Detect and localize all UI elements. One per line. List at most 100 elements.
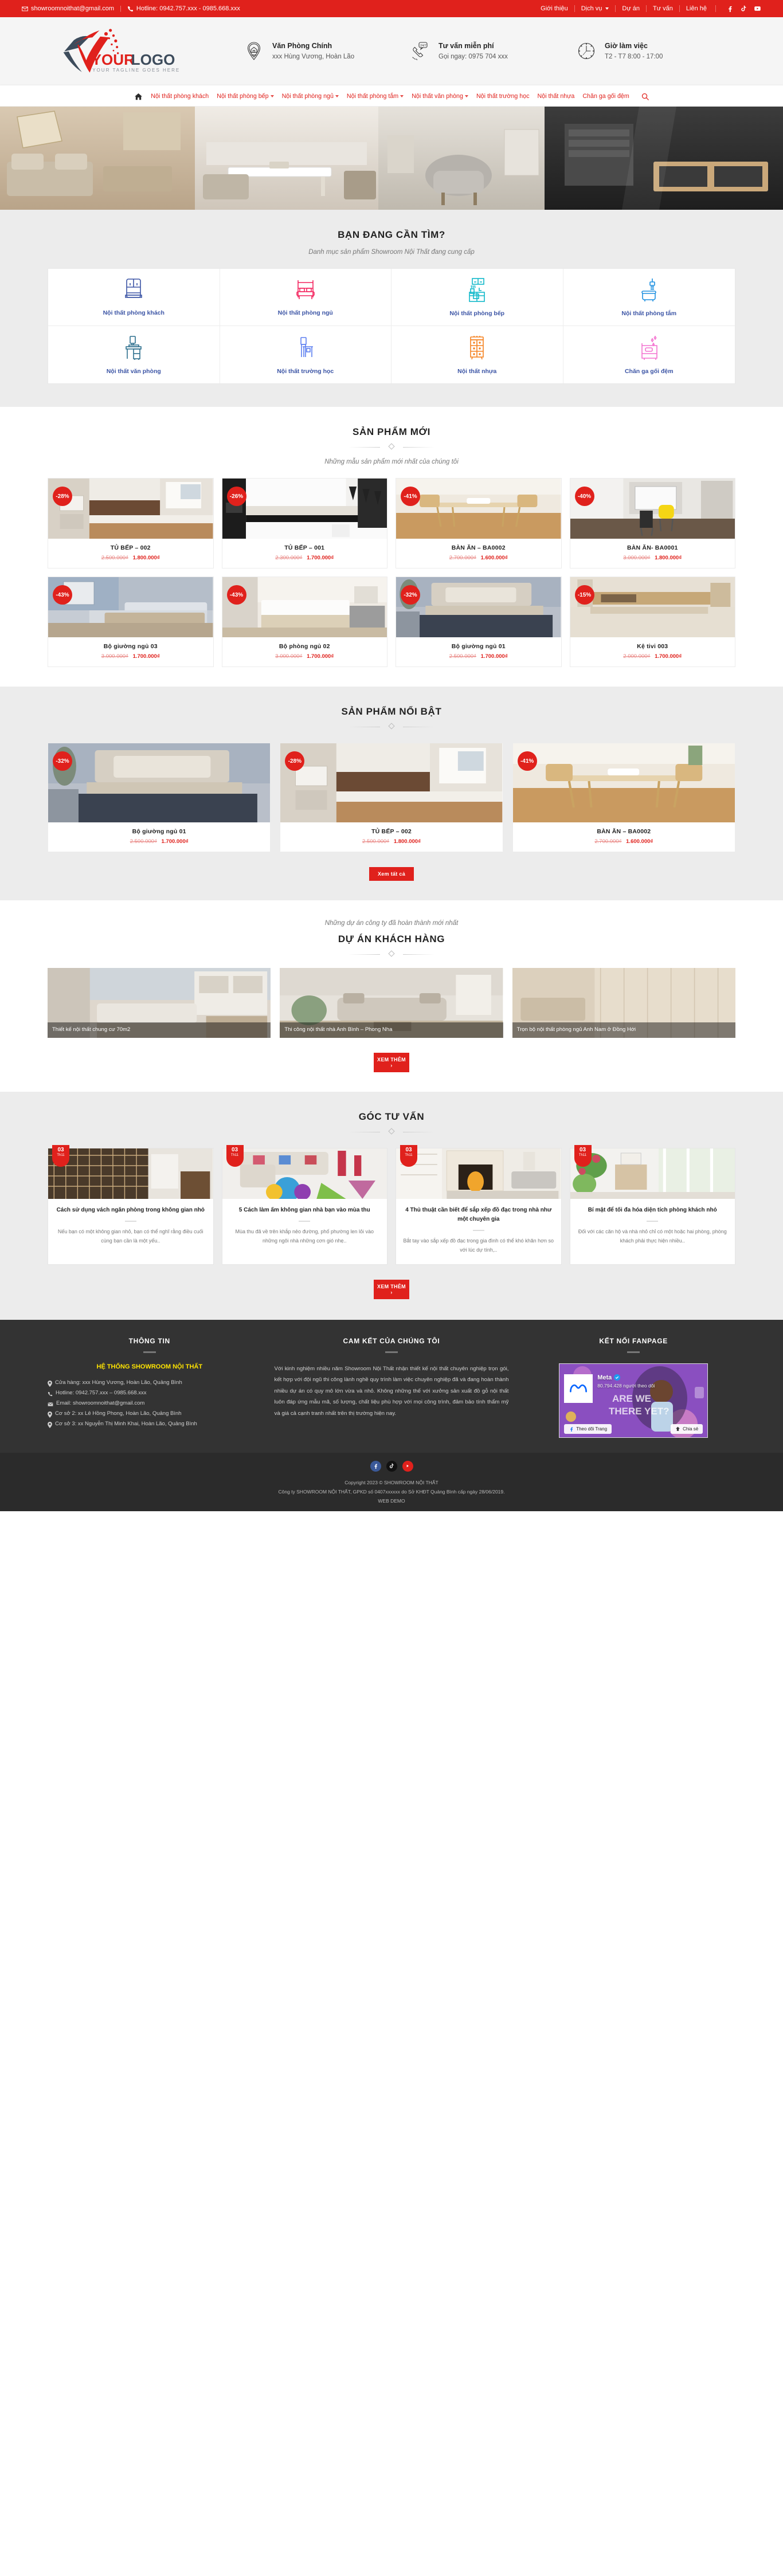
category-card-phong-tam[interactable]: Nội thất phòng tắm — [563, 269, 735, 326]
tiktok-icon[interactable] — [386, 1460, 397, 1472]
discount-badge: -28% — [53, 487, 72, 506]
post-date-badge: 03 Th11 — [574, 1145, 592, 1167]
nav-item-phong-khach[interactable]: Nội thất phòng khách — [147, 93, 213, 100]
post-day: 03 — [57, 1147, 64, 1153]
nav-item-van-phong[interactable]: Nội thất văn phòng — [408, 93, 472, 100]
discount-badge: -15% — [574, 585, 594, 605]
chevron-down-icon — [464, 95, 468, 97]
category-card-phong-bep[interactable]: Nội thất phòng bếp — [391, 269, 563, 326]
category-card-chan-ga[interactable]: Chăn ga gối đệm — [563, 326, 735, 383]
category-card-van-phong[interactable]: Nội thất văn phòng — [48, 326, 220, 383]
categories-subtitle: Danh mục sản phẩm Showroom Nội Thất đang… — [308, 249, 475, 256]
product-card[interactable]: -15% Kệ tivi 003 2.000.000₫ 1.700.000₫ — [569, 577, 735, 667]
nav-item-phong-ngu[interactable]: Nội thất phòng ngủ — [278, 93, 343, 100]
fanpage-share-button[interactable]: Chia sẻ — [671, 1424, 703, 1434]
post-date-badge: 03 Th11 — [226, 1145, 244, 1167]
category-card-phong-khach[interactable]: Nội thất phòng khách — [48, 269, 220, 326]
blog-card[interactable]: 03 Th11 Bí mật để tối đa hóa diện tích p… — [569, 1145, 735, 1265]
product-card[interactable]: -32% Bộ giường ngủ 01 2.500.000₫ 1.700.0… — [396, 577, 562, 667]
product-card[interactable]: -43% Bộ phòng ngủ 02 3.000.000₫ 1.700.00… — [221, 577, 387, 667]
old-price: 2.000.000₫ — [623, 653, 651, 660]
top-bar: showroomnoithat@gmail.com | Hotline: 094… — [0, 0, 783, 17]
nav-item-phong-tam[interactable]: Nội thất phòng tắm — [343, 93, 408, 100]
nav-item-truong-hoc[interactable]: Nội thất trường học — [472, 93, 534, 100]
hero-banner[interactable] — [0, 107, 783, 210]
blog-card[interactable]: 03 Th11 4 Thủ thuật cần biết để sắp xếp … — [396, 1145, 562, 1265]
category-card-phong-ngu[interactable]: Nội thất phòng ngủ — [220, 269, 391, 326]
product-image — [48, 479, 213, 539]
projects-view-more-button[interactable]: XEM THÊM › — [374, 1053, 409, 1072]
product-image — [570, 577, 735, 637]
nav-item-chan-ga[interactable]: Chăn ga gối đệm — [578, 93, 633, 100]
office-title: Văn Phòng Chính — [272, 42, 332, 50]
old-price: 2.500.000₫ — [101, 555, 128, 561]
kitchen-icon — [469, 278, 486, 302]
featured-products-section: SẢN PHẨM NỔI BẬT -32% Bộ giường ngủ 01 2… — [0, 687, 783, 900]
nav-item-phong-bep[interactable]: Nội thất phòng bếp — [213, 93, 277, 100]
post-excerpt: Bắt tay vào sắp xếp đồ đạc trong gia đìn… — [403, 1238, 554, 1253]
heading-underline — [627, 1351, 640, 1353]
topbar-email[interactable]: showroomnoithat@gmail.com — [22, 5, 114, 12]
post-divider — [299, 1221, 311, 1222]
title-divider — [349, 723, 434, 730]
site-logo[interactable]: YOUR LOGO YOUR TAGLINE GOES HERE — [48, 26, 220, 76]
facebook-page-widget[interactable]: ARE WE THERE YET? Meta 80.794.428 người … — [559, 1363, 708, 1438]
topbar-link-du-an[interactable]: Dự án — [616, 5, 647, 12]
category-label: Nội thất nhựa — [457, 367, 497, 375]
category-label: Nội thất phòng bếp — [449, 310, 505, 317]
youtube-icon[interactable] — [402, 1460, 413, 1472]
blog-card[interactable]: 03 Th11 5 Cách làm ấm không gian nhà bạn… — [221, 1145, 387, 1265]
product-card[interactable]: -26% TỦ BẾP – 001 2.300.000₫ 1.700.000₫ — [221, 478, 387, 568]
youtube-icon[interactable] — [754, 5, 761, 12]
featured-products-grid: -32% Bộ giường ngủ 01 2.500.000₫ 1.700.0… — [48, 743, 735, 852]
fanpage-follow-button[interactable]: Theo dõi Trang — [564, 1424, 612, 1434]
clock-icon — [575, 40, 598, 62]
product-card[interactable]: -41% BÀN ĂN – BA0002 2.700.000₫ 1.600.00… — [396, 478, 562, 568]
blog-view-more-button[interactable]: XEM THÊM › — [374, 1279, 409, 1299]
topbar-link-dich-vu[interactable]: Dịch vụ — [575, 5, 616, 12]
view-all-button[interactable]: Xem tất cả — [369, 867, 414, 881]
topbar-link-lien-he[interactable]: Liên hệ — [680, 5, 713, 12]
product-price: 2.500.000₫ 1.700.000₫ — [52, 838, 267, 845]
project-card[interactable]: Trọn bộ nội thất phòng ngủ Anh Nam ở Đồn… — [512, 968, 735, 1038]
tiktok-icon[interactable] — [740, 5, 747, 12]
project-card[interactable]: Thiết kế nội thất chung cư 70m2 — [48, 968, 271, 1038]
product-card[interactable]: -32% Bộ giường ngủ 01 2.500.000₫ 1.700.0… — [48, 743, 271, 852]
category-label: Nội thất văn phòng — [106, 367, 161, 375]
company-info-text: Công ty SHOWROOM NỘI THẤT, GPKD số 0407x… — [278, 1488, 505, 1495]
post-month: Th11 — [578, 1154, 587, 1157]
product-card[interactable]: -40% BÀN ĂN- BA0001 3.000.000₫ 1.800.000… — [569, 478, 735, 568]
topbar-link-gioi-thieu[interactable]: Giới thiệu — [534, 5, 575, 12]
location-pin-icon — [48, 1380, 52, 1387]
category-card-truong-hoc[interactable]: Nội thất trường học — [220, 326, 391, 383]
product-card[interactable]: -28% TỦ BẾP – 002 2.500.000₫ 1.800.000₫ — [280, 743, 503, 852]
topbar-link-tu-van[interactable]: Tư vấn — [647, 5, 680, 12]
footer-info-heading: THÔNG TIN — [128, 1336, 170, 1345]
facebook-icon[interactable] — [370, 1460, 381, 1472]
site-footer: THÔNG TIN HỆ THỐNG SHOWROOM NỘI THẤT Cửa… — [0, 1319, 783, 1453]
product-price: 2.500.000₫ 1.800.000₫ — [52, 555, 210, 561]
product-card[interactable]: -28% TỦ BẾP – 002 2.500.000₫ 1.800.000₫ — [48, 478, 214, 568]
new-price: 1.800.000₫ — [393, 838, 421, 845]
svg-text:YOUR: YOUR — [92, 51, 135, 68]
phone-24-7-icon: 24/7 — [409, 40, 432, 62]
product-card[interactable]: -43% Bộ giường ngủ 03 3.000.000₫ 1.700.0… — [48, 577, 214, 667]
nav-item-nhua[interactable]: Nội thất nhựa — [534, 93, 579, 100]
nav-home[interactable] — [130, 93, 147, 100]
facebook-icon[interactable] — [726, 5, 733, 12]
old-price: 2.700.000₫ — [594, 838, 622, 845]
location-pin-icon — [242, 40, 265, 62]
phone-icon — [48, 1391, 53, 1396]
category-card-nhua[interactable]: Nội thất nhựa — [391, 326, 563, 383]
old-price: 2.300.000₫ — [275, 555, 303, 561]
product-card[interactable]: -41% BÀN ĂN – BA0002 2.700.000₫ 1.600.00… — [512, 743, 735, 852]
project-card[interactable]: Thi công nội thất nhà Anh Bình – Phong N… — [280, 968, 503, 1038]
office-address: xxx Hùng Vương, Hoàn Lão — [272, 53, 355, 60]
blog-grid: 03 Th11 Cách sử dụng vách ngăn phòng tro… — [48, 1145, 735, 1265]
title-divider — [349, 950, 434, 958]
blog-card[interactable]: 03 Th11 Cách sử dụng vách ngăn phòng tro… — [48, 1145, 214, 1265]
topbar-hotline[interactable]: Hotline: 0942.757.xxx - 0985.668.xxx — [127, 5, 240, 12]
new-products-section: SẢN PHẨM MỚI Những mẫu sản phẩm mới nhất… — [0, 407, 783, 687]
product-name: BÀN ĂN- BA0001 — [627, 544, 678, 551]
nav-search-button[interactable] — [633, 93, 653, 100]
